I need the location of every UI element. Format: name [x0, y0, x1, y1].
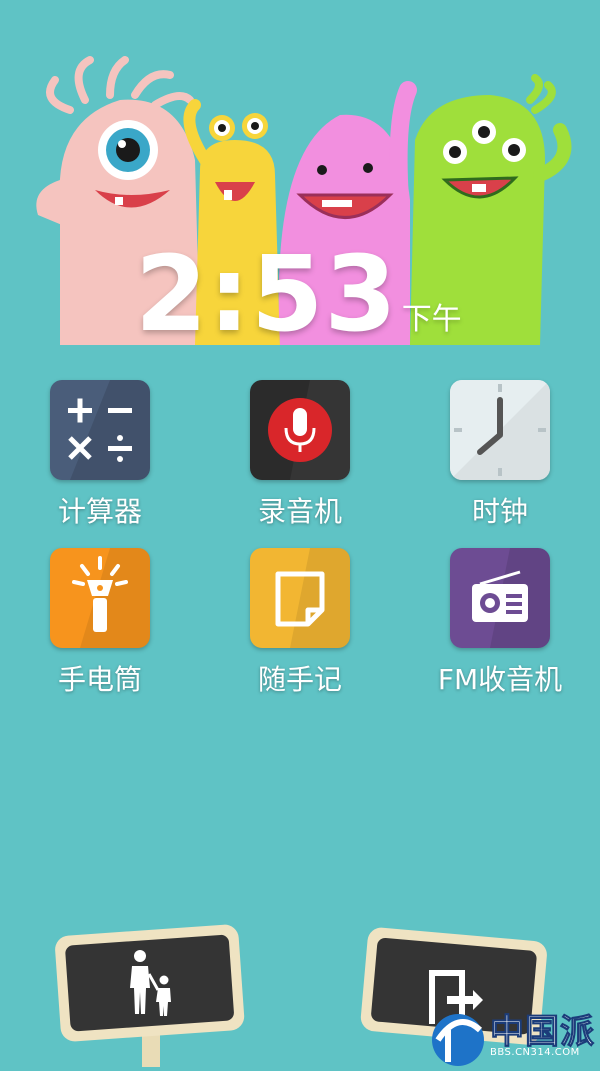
- app-fm-radio[interactable]: FM收音机: [410, 548, 590, 698]
- app-flashlight[interactable]: 手电筒: [10, 548, 190, 698]
- flashlight-icon: [50, 548, 150, 648]
- clock-widget[interactable]: 2:53 下午: [135, 236, 462, 346]
- clock-icon: [450, 380, 550, 480]
- app-clock[interactable]: 时钟: [410, 380, 590, 530]
- clock-time: 2:53: [135, 233, 398, 355]
- app-label: 计算器: [57, 495, 142, 528]
- app-label: FM收音机: [437, 663, 563, 696]
- parent-mode-sign[interactable]: [50, 918, 250, 1067]
- app-label: 随手记: [257, 663, 342, 696]
- app-recorder[interactable]: 录音机: [210, 380, 390, 530]
- clock-ampm: 下午: [401, 302, 462, 337]
- calculator-icon: [50, 380, 150, 480]
- app-note[interactable]: 随手记: [210, 548, 390, 698]
- app-label: 录音机: [257, 495, 342, 528]
- radio-icon: [450, 548, 550, 648]
- watermark-text: 中国派: [490, 1012, 595, 1053]
- app-label: 手电筒: [57, 663, 142, 696]
- watermark-url: BBS.CN314.COM: [490, 1047, 580, 1058]
- watermark-logo-icon: [432, 1014, 484, 1066]
- watermark: 中国派 BBS.CN314.COM: [420, 1000, 600, 1067]
- microphone-icon: [250, 380, 350, 480]
- note-icon: [250, 548, 350, 648]
- app-calculator[interactable]: 计算器: [10, 380, 190, 530]
- app-label: 时钟: [471, 495, 528, 528]
